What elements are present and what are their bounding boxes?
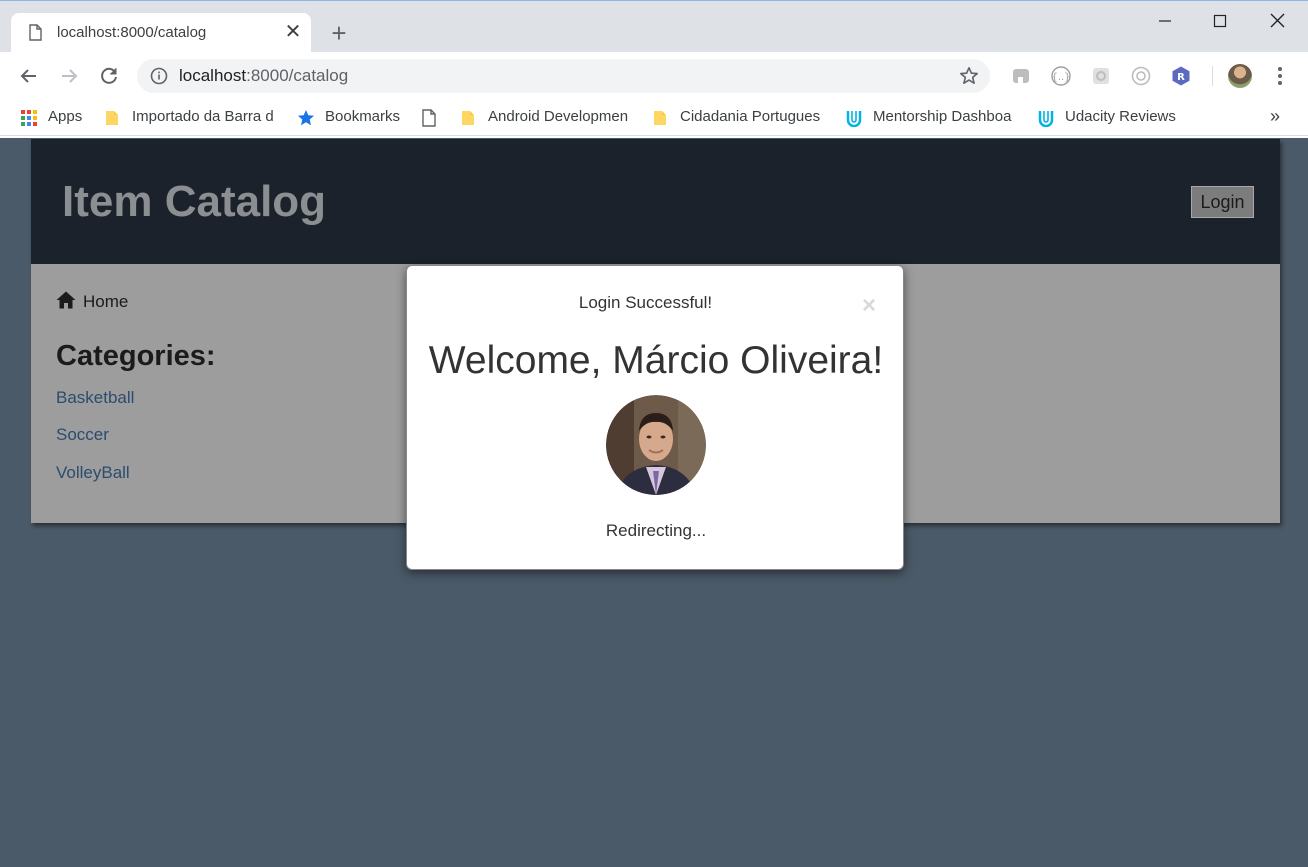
tab-close-icon[interactable]: ✕ [283,22,303,42]
category-link-soccer[interactable]: Soccer [56,425,109,445]
bookmark-label: Mentorship Dashboa [873,108,1012,125]
bookmark-page[interactable] [420,108,444,128]
profile-avatar[interactable] [1228,64,1252,88]
welcome-message: Welcome, Márcio Oliveira! [428,339,884,382]
extension-pushbullet-icon[interactable] [1010,65,1032,87]
svg-text:{..}: {..} [1051,72,1070,83]
bookmark-apps[interactable]: Apps [20,108,90,128]
url-host: localhost [179,66,247,85]
window-close-icon[interactable] [1263,9,1293,33]
browser-tab[interactable]: localhost:8000/catalog ✕ [11,13,311,53]
star-filled-icon [298,110,314,126]
reload-icon[interactable] [97,64,121,88]
tab-strip: localhost:8000/catalog ✕ + [0,0,1308,53]
new-tab-icon[interactable]: + [326,20,352,46]
page-icon [422,109,436,127]
extension-r-badge-icon[interactable]: R [1170,65,1192,87]
url-text[interactable]: localhost:8000/catalog [179,66,348,86]
redirect-status: Redirecting... [605,521,707,540]
bookmark-label: Importado da Barra d [132,108,274,125]
folder-icon [654,111,666,125]
bookmark-android[interactable]: Android Developmen [460,108,632,128]
bookmark-label: Cidadania Portugues [680,108,821,125]
bookmark-label: Udacity Reviews [1065,108,1176,125]
apps-grid-icon [21,110,37,126]
folder-icon [106,111,118,125]
bookmark-star-icon[interactable] [959,66,979,86]
bookmark-label: Apps [48,108,83,125]
bookmark-importado[interactable]: Importado da Barra d [104,108,276,128]
menu-kebab-icon[interactable] [1270,65,1290,87]
url-path: :8000/catalog [246,66,349,85]
maximize-icon[interactable] [1205,9,1235,33]
category-link-basketball[interactable]: Basketball [56,388,134,408]
udacity-icon [846,111,862,127]
bookmark-label: Android Developmen [488,108,629,125]
tab-title: localhost:8000/catalog [57,24,207,41]
toolbar-separator [1212,66,1213,86]
bookmarks-overflow-icon[interactable]: » [1270,106,1280,127]
info-icon[interactable] [150,67,168,85]
browser-chrome: localhost:8000/catalog ✕ + localhost:800… [0,0,1308,138]
folder-icon [462,111,474,125]
user-photo [606,395,706,495]
modal-title: Login Successful! [578,293,713,312]
home-link[interactable]: Home [83,292,128,312]
forward-arrow-icon[interactable] [57,64,81,88]
modal-close-icon[interactable]: × [857,294,881,318]
back-arrow-icon[interactable] [17,64,41,88]
category-link-volleyball[interactable]: VolleyBall [56,463,130,483]
browser-toolbar: localhost:8000/catalog {..} R [0,52,1308,100]
app-title: Item Catalog [62,177,327,226]
bookmarks-bar: Apps Importado da Barra d Bookmarks Andr… [0,100,1308,136]
address-bar[interactable]: localhost:8000/catalog [137,59,990,93]
bookmark-udacity-reviews[interactable]: Udacity Reviews [1037,108,1187,128]
login-button[interactable]: Login [1191,186,1254,218]
login-success-modal: Login Successful! × Welcome, Márcio Oliv… [406,265,904,570]
bookmark-label: Bookmarks [325,108,401,125]
home-icon[interactable] [56,291,76,309]
minimize-icon[interactable] [1150,9,1180,33]
bookmark-mentorship[interactable]: Mentorship Dashboa [845,108,1017,128]
bookmark-cidadania[interactable]: Cidadania Portugues [652,108,824,128]
extension-gear-icon[interactable] [1090,65,1112,87]
udacity-icon [1038,111,1054,127]
extension-target-icon[interactable] [1130,65,1152,87]
categories-heading: Categories: [56,340,216,372]
app-header: Item Catalog Login [31,139,1280,264]
bookmark-bookmarks[interactable]: Bookmarks [297,108,407,128]
extension-json-icon[interactable]: {..} [1050,65,1072,87]
file-icon [29,24,42,41]
extension-badge-letter: R [1177,72,1185,83]
